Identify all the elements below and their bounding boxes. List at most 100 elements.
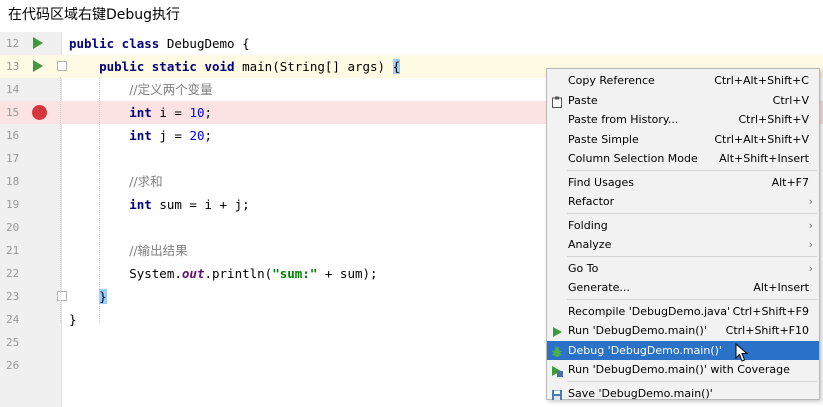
code-token: j = — [159, 128, 190, 143]
line-number: 24 — [6, 313, 20, 326]
line-number: 13 — [6, 60, 20, 73]
code-token: { — [392, 59, 401, 74]
code-text: //求和 — [69, 170, 163, 193]
code-token: //定义两个变量 — [129, 82, 213, 97]
menu-item-label: Save 'DebugDemo.main()' — [568, 386, 713, 400]
menu-item-label: Column Selection Mode — [568, 152, 698, 165]
menu-item-recompile-debugdemo-java[interactable]: Recompile 'DebugDemo.java' Ctrl+Shift+F9 — [547, 302, 819, 321]
indent-guide — [60, 77, 61, 323]
context-menu: Copy Reference Ctrl+Alt+Shift+C Paste Ctrl+… — [546, 68, 820, 400]
code-text: //定义两个变量 — [69, 78, 213, 101]
code-token: int — [129, 105, 160, 120]
code-text: } — [69, 308, 77, 331]
menu-item-analyze[interactable]: Analyze › — [547, 235, 819, 254]
menu-item-label: Refactor — [568, 195, 615, 208]
chevron-right-icon: › — [808, 261, 813, 275]
code-text: } — [69, 285, 107, 308]
menu-item-label: Run 'DebugDemo.main()' with Coverage — [568, 363, 790, 376]
menu-item-column-selection-mode[interactable]: Column Selection Mode Alt+Shift+Insert — [547, 149, 819, 168]
breakpoint-icon[interactable] — [32, 105, 47, 120]
menu-item-shortcut: Ctrl+Shift+F10 — [725, 324, 809, 337]
save-icon — [551, 388, 563, 400]
code-text: int j = 20; — [69, 124, 212, 147]
code-text: int sum = i + j; — [69, 193, 250, 216]
menu-item-label: Copy Reference — [568, 74, 655, 87]
menu-item-debug-debugdemo-main[interactable]: Debug 'DebugDemo.main()' — [547, 340, 819, 360]
code-token: ; — [204, 128, 213, 143]
line-number: 18 — [6, 175, 20, 188]
menu-item-folding[interactable]: Folding › — [547, 216, 819, 235]
menu-item-shortcut: Alt+Shift+Insert — [719, 152, 809, 165]
menu-item-label: Paste from History... — [568, 113, 679, 126]
code-token: 10 — [189, 105, 205, 120]
chevron-right-icon: › — [808, 218, 813, 232]
mouse-cursor-icon — [735, 343, 749, 362]
line-number: 16 — [6, 129, 20, 142]
code-token: 20 — [189, 128, 205, 143]
code-token: "sum:" — [272, 266, 318, 281]
menu-item-go-to[interactable]: Go To › — [547, 259, 819, 278]
menu-item-label: Go To — [568, 261, 599, 275]
fold-marker-icon[interactable] — [57, 291, 67, 301]
line-number: 17 — [6, 152, 20, 165]
run-gutter-icon[interactable] — [33, 60, 43, 72]
clipboard-icon — [551, 95, 563, 108]
menu-separator — [567, 169, 817, 171]
coverage-icon — [551, 364, 563, 377]
menu-separator — [567, 255, 817, 257]
menu-item-paste[interactable]: Paste Ctrl+V — [547, 91, 819, 110]
menu-item-shortcut: Ctrl+Shift+V — [738, 113, 809, 126]
code-token: i = — [159, 105, 190, 120]
menu-item-shortcut: Ctrl+Alt+Shift+C — [714, 74, 809, 87]
code-line[interactable]: 12 public class DebugDemo { — [0, 32, 823, 55]
line-number: 25 — [6, 336, 20, 349]
code-text: public static void main(String[] args) { — [69, 55, 401, 78]
code-text: //输出结果 — [69, 239, 188, 262]
menu-item-copy-reference[interactable]: Copy Reference Ctrl+Alt+Shift+C — [547, 71, 819, 90]
menu-item-paste-from-history[interactable]: Paste from History... Ctrl+Shift+V — [547, 110, 819, 129]
code-token: int — [129, 197, 160, 212]
fold-marker-icon[interactable] — [57, 61, 67, 71]
code-token: + sum); — [317, 266, 378, 281]
menu-item-run-debugdemo-main[interactable]: Run 'DebugDemo.main()' Ctrl+Shift+F10 — [547, 321, 819, 340]
run-gutter-icon[interactable] — [33, 37, 43, 49]
code-token: public static void — [69, 59, 243, 74]
debug-icon — [551, 345, 563, 357]
indent-guide — [99, 77, 100, 323]
code-token: .println( — [204, 266, 273, 281]
code-token: //输出结果 — [129, 243, 188, 258]
menu-item-label: Recompile 'DebugDemo.java' — [568, 304, 731, 318]
menu-item-run-debugdemo-main-with-coverage[interactable]: Run 'DebugDemo.main()' with Coverage — [547, 360, 819, 379]
line-number: 15 — [6, 106, 20, 119]
line-number: 14 — [6, 83, 20, 96]
menu-item-refactor[interactable]: Refactor › — [547, 192, 819, 211]
code-token: sum = i + j; — [159, 197, 250, 212]
code-token: DebugDemo { — [166, 36, 250, 51]
line-number: 19 — [6, 198, 20, 211]
caption: 在代码区域右键Debug执行 — [8, 7, 181, 23]
menu-item-label: Generate... — [568, 281, 630, 294]
code-text: int i = 10; — [69, 101, 212, 124]
code-token: //求和 — [129, 174, 163, 189]
menu-item-generate[interactable]: Generate... Alt+Insert — [547, 278, 819, 297]
code-token: ; — [204, 105, 213, 120]
line-number: 23 — [6, 290, 20, 303]
menu-item-shortcut: Alt+Insert — [753, 281, 809, 294]
menu-separator — [567, 380, 817, 382]
menu-item-shortcut: Ctrl+Shift+F9 — [732, 304, 809, 318]
menu-item-paste-simple[interactable]: Paste Simple Ctrl+Alt+Shift+V — [547, 130, 819, 149]
line-number: 12 — [6, 37, 20, 50]
menu-item-find-usages[interactable]: Find Usages Alt+F7 — [547, 173, 819, 192]
menu-item-label: Paste Simple — [568, 132, 639, 146]
menu-item-save-debugdemo-main[interactable]: Save 'DebugDemo.main()' — [547, 384, 819, 403]
code-text: public class DebugDemo { — [69, 32, 250, 55]
code-token: } — [69, 312, 77, 327]
code-token: System. — [69, 266, 182, 281]
menu-item-shortcut: Alt+F7 — [771, 175, 809, 189]
menu-item-shortcut: Ctrl+Alt+Shift+V — [714, 132, 809, 146]
chevron-right-icon: › — [808, 238, 813, 251]
code-token: int — [129, 128, 160, 143]
menu-separator — [567, 298, 817, 300]
line-number: 22 — [6, 267, 20, 280]
